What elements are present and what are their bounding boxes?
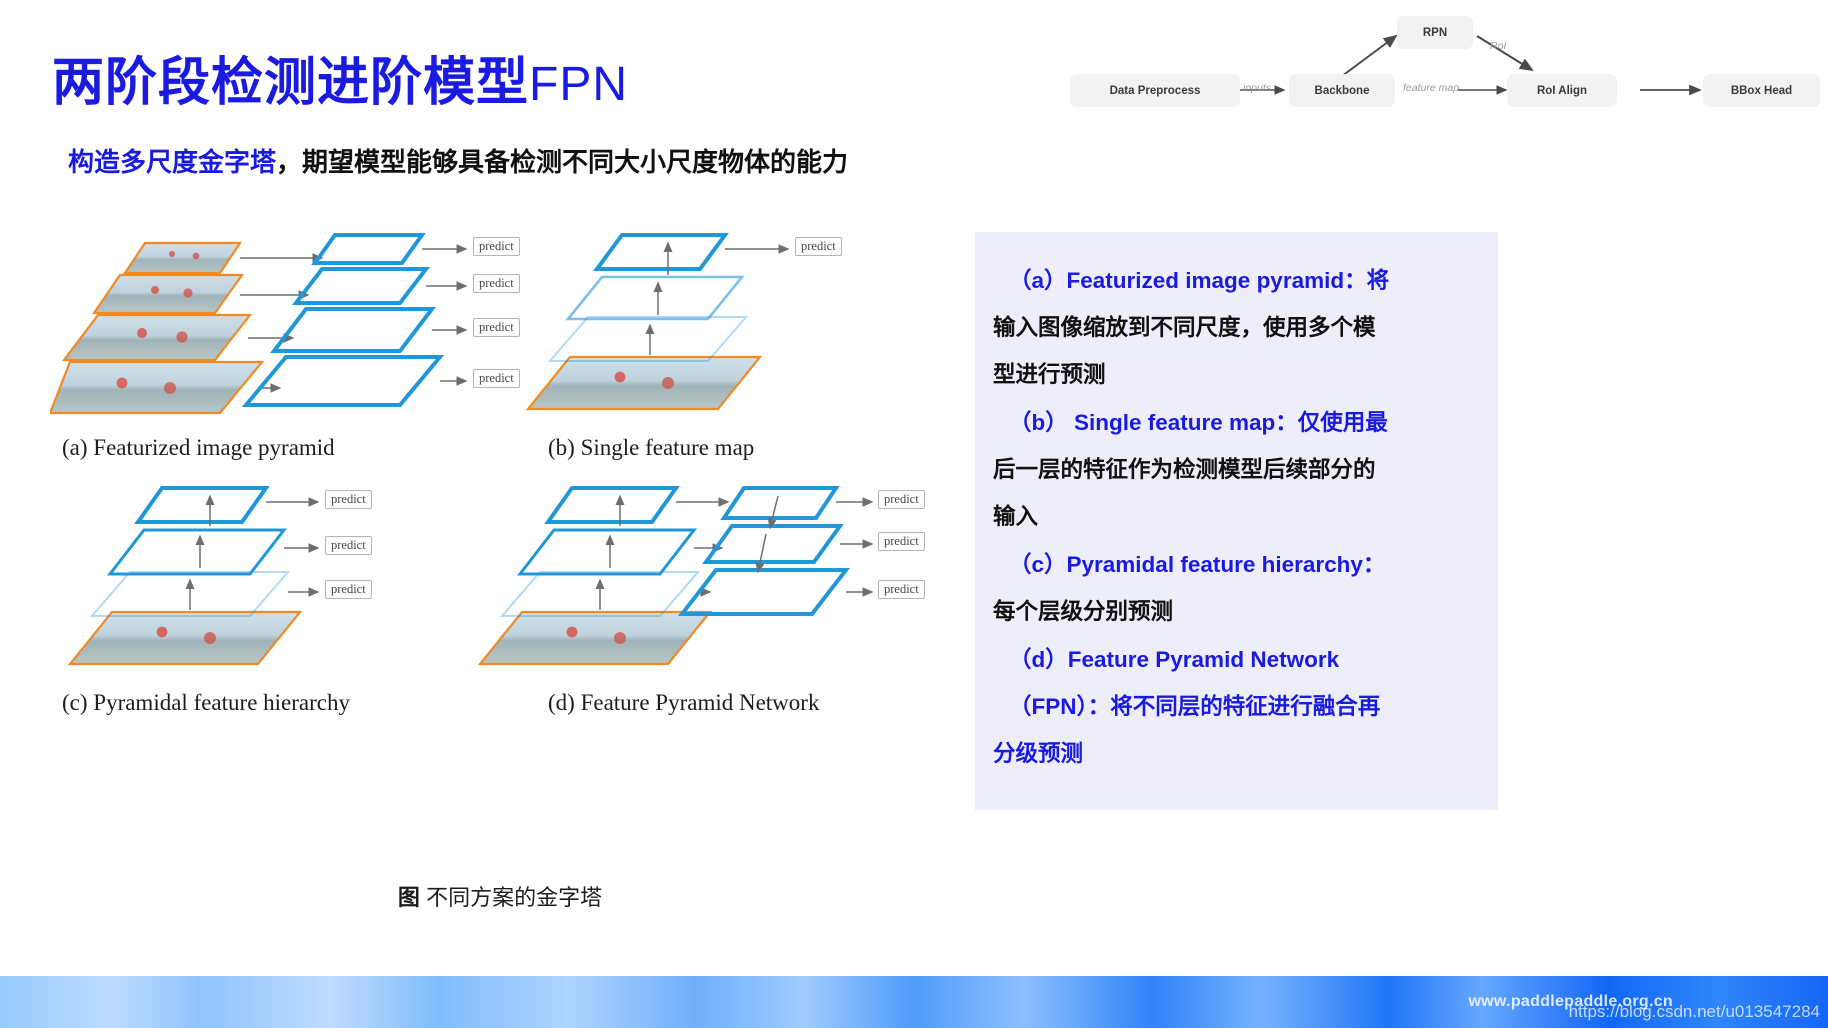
panel-line-c-head: （c）Pyramidal feature hierarchy： bbox=[1009, 552, 1386, 577]
panel-line-c-body-1: 每个层级分别预测 bbox=[993, 599, 1174, 624]
predict-box: predict bbox=[325, 580, 372, 600]
subfigure-a: predict predict predict predict bbox=[50, 225, 520, 415]
pipeline-node-label: BBox Head bbox=[1730, 84, 1793, 97]
page-title: 两阶段检测进阶模型FPN bbox=[52, 40, 628, 115]
explanation-panel: （a）Featurized image pyramid：将 输入图像缩放到不同尺… bbox=[975, 232, 1498, 810]
pipeline-edge-label-feature-map: feature map bbox=[1403, 82, 1460, 94]
predict-box: predict bbox=[878, 532, 925, 552]
figure-caption-text: 不同方案的金字塔 bbox=[426, 885, 603, 910]
subfigure-d: predict predict predict bbox=[460, 480, 960, 670]
pipeline-diagram: Data Preprocess inputs Backbone feature … bbox=[1040, 8, 1820, 118]
predict-box: predict bbox=[325, 490, 372, 510]
page-title-en: FPN bbox=[529, 58, 629, 111]
pipeline-node-label: RoI Align bbox=[1536, 84, 1588, 97]
pipeline-node-data-preprocess: Data Preprocess bbox=[1070, 74, 1240, 107]
figure-caption-label: 图 bbox=[397, 885, 420, 910]
subfigure-c-caption: (c) Pyramidal feature hierarchy bbox=[62, 690, 350, 715]
subfigure-b: predict bbox=[510, 225, 950, 415]
figure-caption: 图 不同方案的金字塔 bbox=[40, 880, 960, 912]
subfigure-a-graphic bbox=[50, 233, 468, 415]
pipeline-node-rpn: RPN bbox=[1397, 16, 1473, 49]
pipeline-node-label: Data Preprocess bbox=[1109, 84, 1201, 97]
pipeline-node-label: Backbone bbox=[1314, 84, 1370, 97]
panel-line-d-head: （d）Feature Pyramid Network bbox=[1009, 647, 1340, 672]
subfigure-a-caption: (a) Featurized image pyramid bbox=[62, 435, 335, 460]
predict-box: predict bbox=[878, 580, 925, 600]
predict-box: predict bbox=[795, 237, 842, 257]
subfigure-d-caption: (d) Feature Pyramid Network bbox=[548, 690, 820, 715]
panel-line-b-body-2: 输入 bbox=[993, 504, 1039, 529]
panel-line-d-body-1: 分级预测 bbox=[993, 741, 1084, 766]
subfigure-c-graphic bbox=[67, 486, 320, 666]
panel-line-a-head: （a）Featurized image pyramid：将 bbox=[1009, 268, 1390, 293]
predict-box: predict bbox=[325, 536, 372, 556]
panel-line-a-body-2: 型进行预测 bbox=[993, 362, 1106, 387]
page-subtitle-highlight: 构造多尺度金字塔 bbox=[68, 147, 277, 177]
panel-line-b-body-1: 后一层的特征作为检测模型后续部分的 bbox=[993, 457, 1376, 482]
page-subtitle: 构造多尺度金字塔，期望模型能够具备检测不同大小尺度物体的能力 bbox=[68, 142, 848, 179]
pipeline-node-backbone: Backbone bbox=[1289, 74, 1395, 107]
panel-line-a-body-1: 输入图像缩放到不同尺度，使用多个模 bbox=[993, 315, 1376, 340]
pipeline-node-bbox-head: BBox Head bbox=[1703, 74, 1820, 107]
page-title-cn: 两阶段检测进阶模型 bbox=[52, 54, 530, 112]
predict-box: predict bbox=[878, 490, 925, 510]
subfigure-b-caption: (b) Single feature map bbox=[548, 435, 755, 460]
subfigure-c: predict predict predict bbox=[50, 480, 450, 670]
footer-bar: www.paddlepaddle.org.cn https://blog.csd… bbox=[0, 976, 1828, 1028]
pipeline-edge-label-inputs: inputs bbox=[1243, 82, 1272, 94]
panel-line-b-head: （b） Single feature map：仅使用最 bbox=[1009, 410, 1388, 435]
pipeline-node-roi-align: RoI Align bbox=[1507, 74, 1617, 107]
fpn-figure: predict predict predict predict (a) Feat… bbox=[40, 225, 960, 925]
subfigure-b-graphic bbox=[525, 233, 790, 411]
page-subtitle-rest: ，期望模型能够具备检测不同大小尺度物体的能力 bbox=[276, 147, 849, 177]
pipeline-node-label: RPN bbox=[1422, 26, 1448, 39]
panel-line-d-head-2: （FPN）：将不同层的特征进行融合再 bbox=[1009, 694, 1381, 719]
watermark-csdn-blog: https://blog.csdn.net/u013547284 bbox=[1568, 1002, 1820, 1021]
pipeline-edge-label-roi: RoI bbox=[1490, 40, 1507, 52]
